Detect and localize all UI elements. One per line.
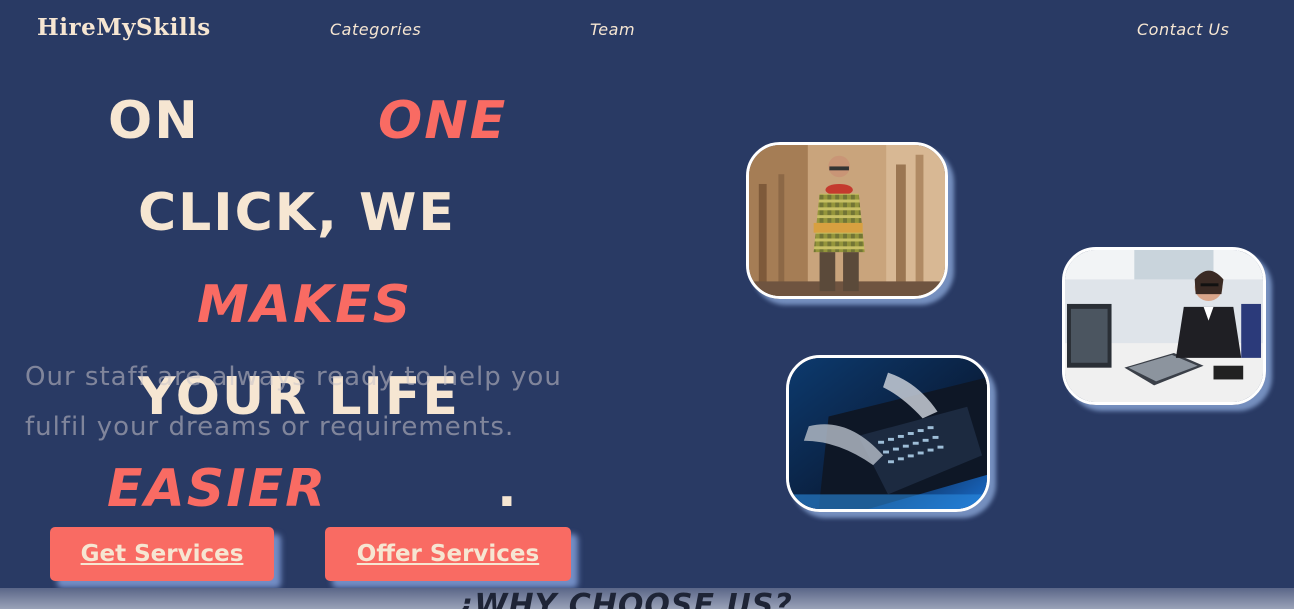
hero-tagline: Our staff are always ready to help you f… <box>25 362 562 442</box>
laptop-typing-photo <box>786 355 990 512</box>
why-choose-us-section: ¿WHY CHOOSE US? <box>0 588 1294 609</box>
nav-link-categories[interactable]: Categories <box>330 20 421 39</box>
hero-word-easier: EASIER <box>107 459 328 519</box>
get-services-button[interactable]: Get Services <box>50 527 274 581</box>
section-title-why-choose-us: ¿WHY CHOOSE US? <box>456 588 793 609</box>
nav-link-team[interactable]: Team <box>590 20 635 39</box>
brand-logo[interactable]: HireMySkills <box>37 14 211 41</box>
hero-word-on: ON <box>108 91 200 151</box>
hero-word-one: ONE <box>378 91 508 151</box>
hero-word-makes: MAKES <box>197 275 413 335</box>
top-navbar: HireMySkills Categories Team Contact Us <box>0 0 1294 62</box>
carpenter-worker-photo <box>746 142 948 299</box>
hero-word-click-we: CLICK, WE <box>138 183 456 243</box>
office-woman-photo <box>1062 247 1266 405</box>
hero-period: . <box>497 459 519 519</box>
offer-services-button[interactable]: Offer Services <box>325 527 571 581</box>
nav-link-contact-us[interactable]: Contact Us <box>1137 20 1229 39</box>
